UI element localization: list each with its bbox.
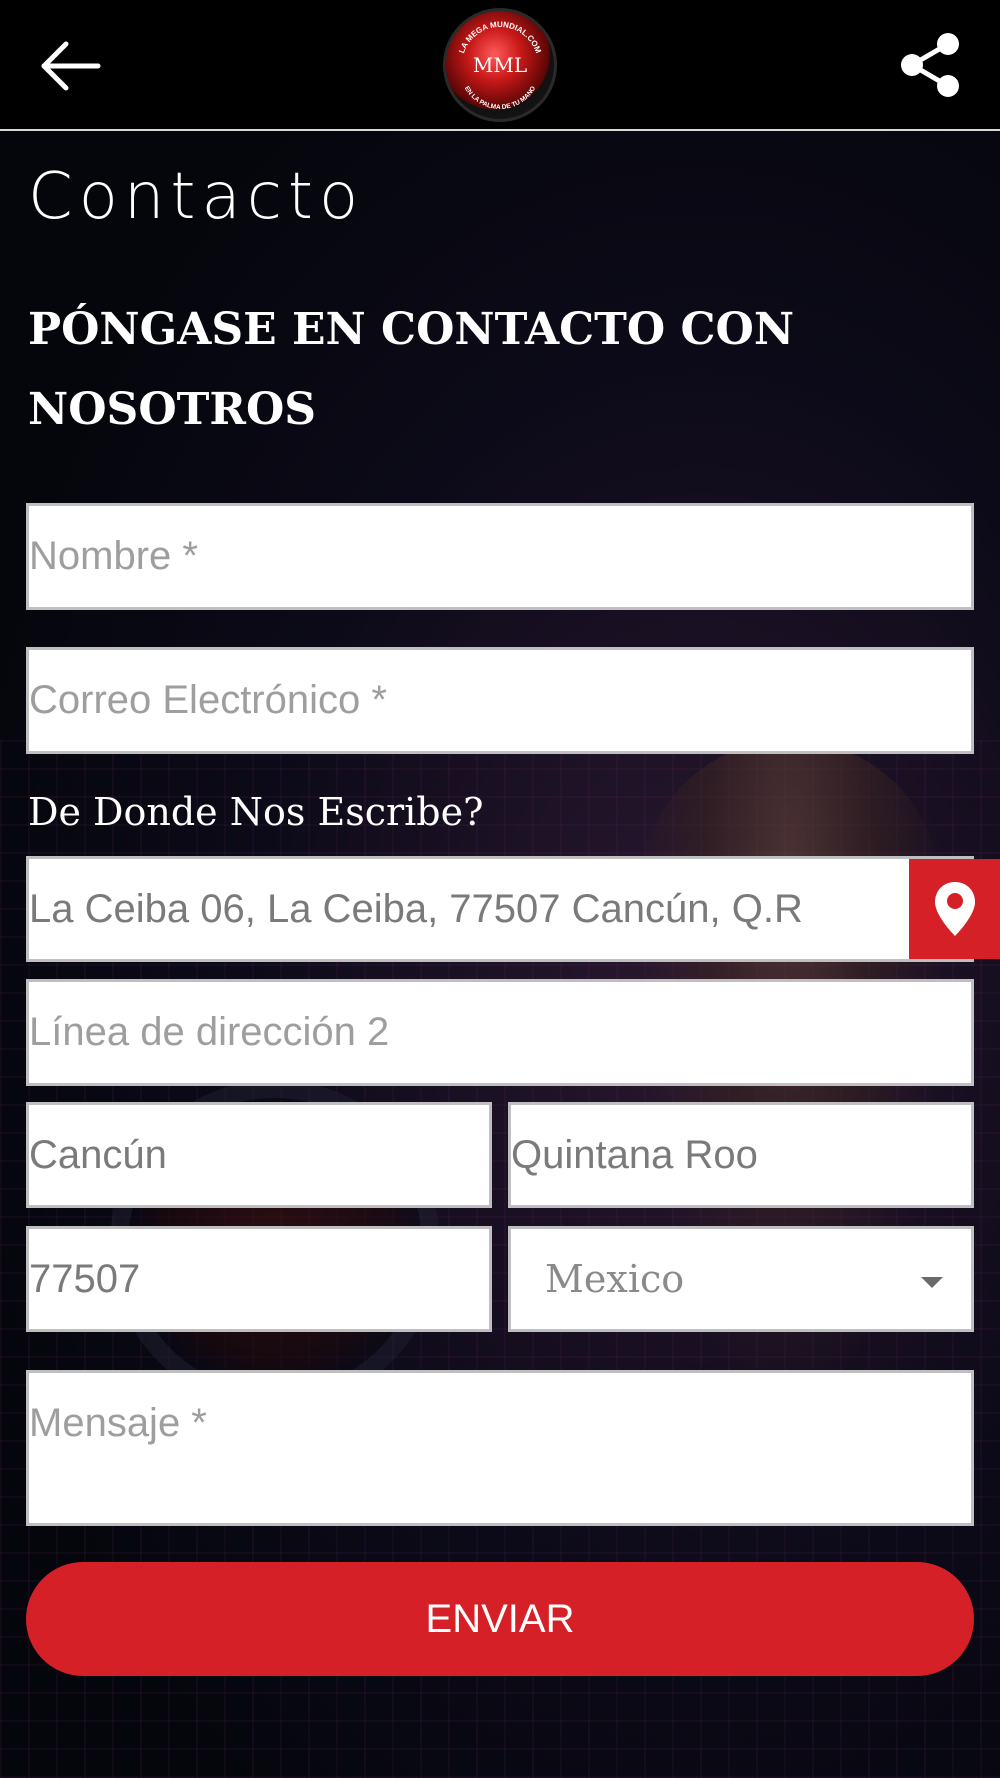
logo-text-bottom: EN LA PALMA DE TU MANO bbox=[463, 85, 537, 111]
share-icon bbox=[901, 33, 959, 97]
map-pin-icon bbox=[934, 882, 975, 936]
state-field[interactable] bbox=[511, 1105, 971, 1205]
zip-field-box bbox=[26, 1226, 492, 1332]
submit-button[interactable]: ENVIAR bbox=[26, 1562, 974, 1676]
country-select-value: Mexico bbox=[545, 1257, 685, 1301]
locate-button[interactable] bbox=[909, 859, 1000, 959]
message-field[interactable] bbox=[29, 1373, 971, 1523]
app-logo: LA MEGA MUNDIAL.COM EN LA PALMA DE TU MA… bbox=[443, 8, 557, 122]
email-field[interactable] bbox=[29, 650, 971, 751]
contact-page: LA MEGA MUNDIAL.COM EN LA PALMA DE TU MA… bbox=[0, 0, 1000, 1778]
page-title: Contacto bbox=[28, 160, 365, 234]
svg-text:EN LA PALMA DE TU MANO: EN LA PALMA DE TU MANO bbox=[463, 85, 537, 111]
city-field[interactable] bbox=[29, 1105, 489, 1205]
city-field-box bbox=[26, 1102, 492, 1208]
arrow-left-icon bbox=[41, 41, 101, 91]
message-field-box bbox=[26, 1370, 974, 1526]
name-field-box bbox=[26, 503, 974, 610]
svg-text:LA MEGA MUNDIAL.COM: LA MEGA MUNDIAL.COM bbox=[457, 20, 543, 55]
app-bar: LA MEGA MUNDIAL.COM EN LA PALMA DE TU MA… bbox=[0, 0, 1000, 131]
email-field-box bbox=[26, 647, 974, 754]
back-button[interactable] bbox=[36, 36, 106, 96]
location-label: De Donde Nos Escribe? bbox=[28, 790, 484, 834]
section-heading: PÓNGASE EN CONTACTO CON NOSOTROS bbox=[28, 304, 795, 435]
name-field[interactable] bbox=[29, 506, 971, 607]
logo-monogram: MML bbox=[473, 53, 527, 77]
country-select[interactable]: Mexico bbox=[508, 1226, 974, 1332]
zip-field[interactable] bbox=[29, 1229, 489, 1329]
logo-text-top: LA MEGA MUNDIAL.COM bbox=[457, 20, 543, 55]
address1-field[interactable] bbox=[29, 859, 907, 959]
address2-field[interactable] bbox=[29, 982, 971, 1083]
address1-field-box bbox=[26, 856, 1000, 962]
share-button[interactable] bbox=[896, 30, 966, 100]
chevron-down-icon bbox=[921, 1277, 943, 1288]
address2-field-box bbox=[26, 979, 974, 1086]
state-field-box bbox=[508, 1102, 974, 1208]
